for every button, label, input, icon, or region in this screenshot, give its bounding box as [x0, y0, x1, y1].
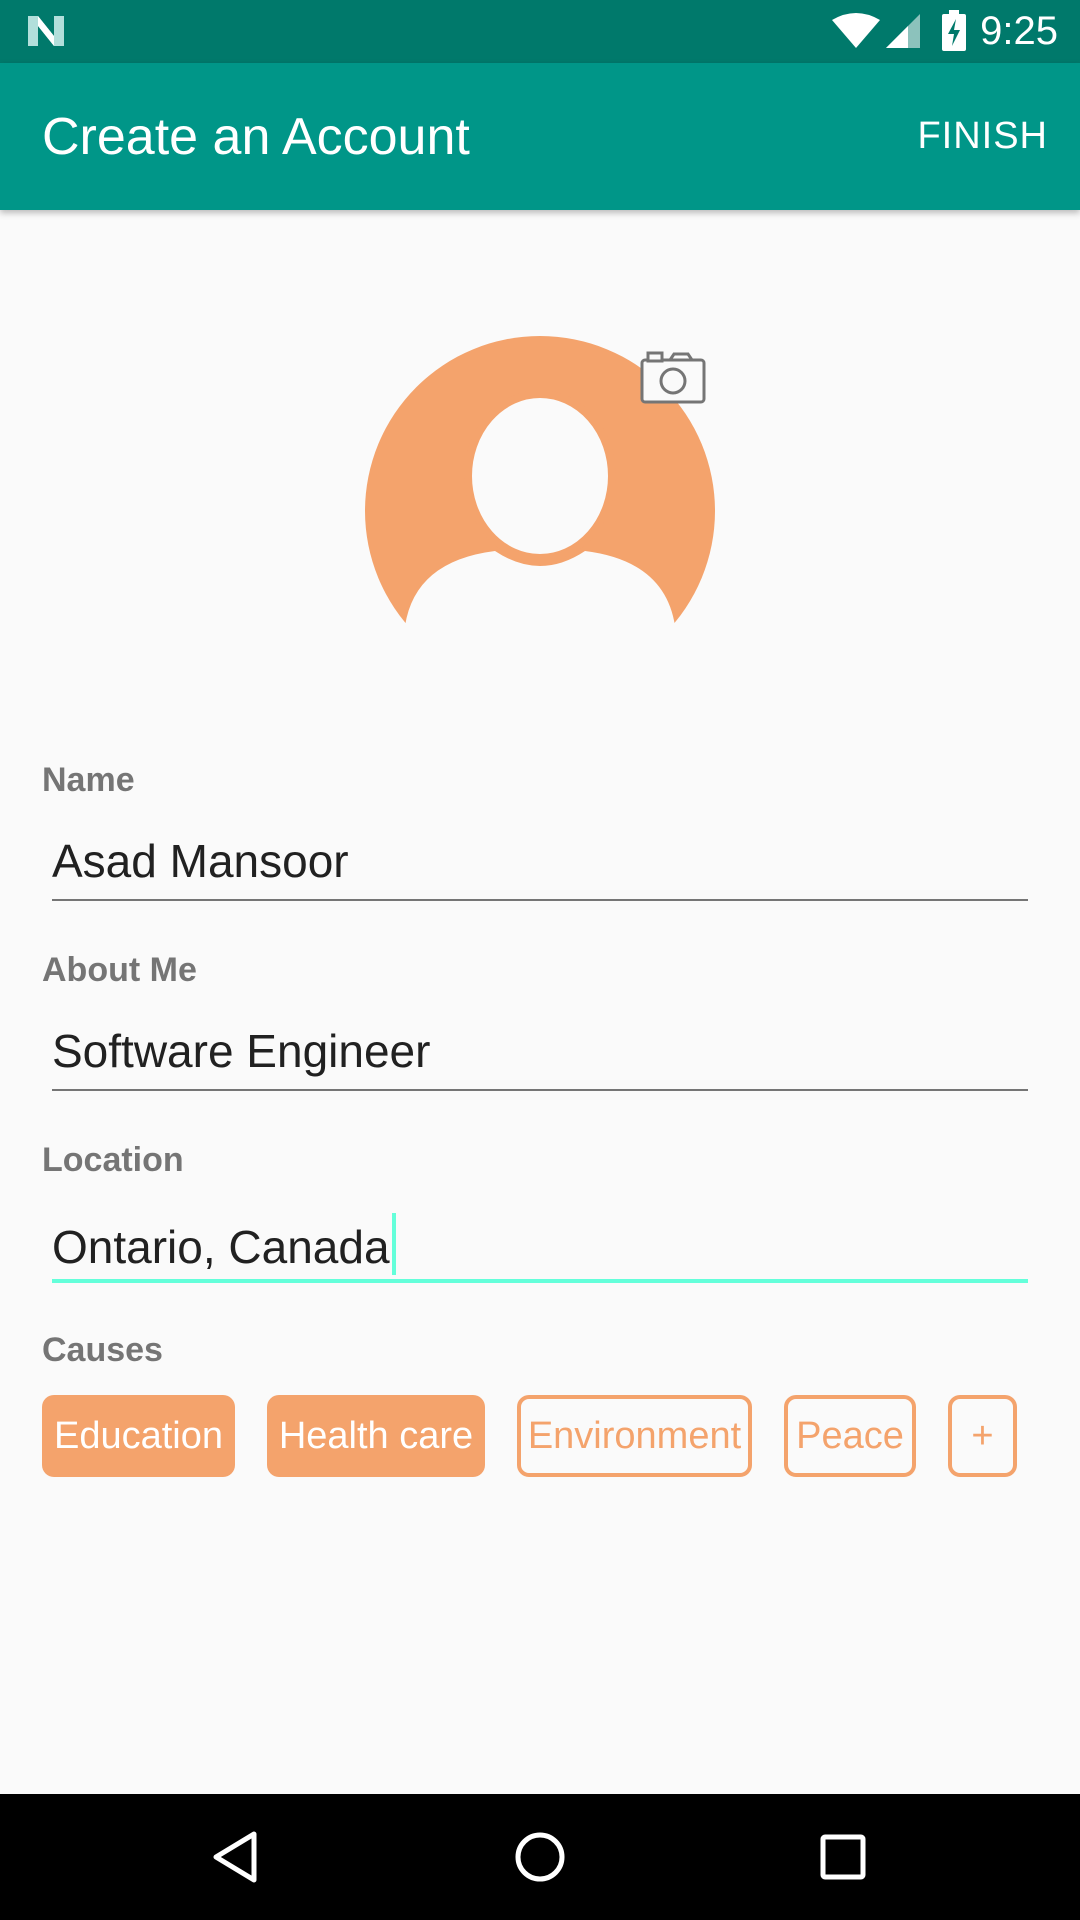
add-cause-button[interactable]: +: [948, 1395, 1017, 1477]
location-label: Location: [42, 1141, 184, 1179]
wifi-icon: [832, 13, 880, 48]
back-icon[interactable]: [200, 1822, 270, 1892]
location-value: Ontario, Canada: [52, 1221, 390, 1273]
causes-label: Causes: [42, 1331, 163, 1369]
chip-environment[interactable]: Environment: [517, 1395, 752, 1477]
chip-health-care[interactable]: Health care: [267, 1395, 485, 1477]
location-field[interactable]: Ontario, Canada: [52, 1213, 1028, 1283]
text-cursor: [391, 1213, 396, 1275]
battery-charging-icon: [942, 10, 966, 51]
name-value: Asad Mansoor: [52, 835, 349, 887]
chip-education[interactable]: Education: [42, 1395, 235, 1477]
chip-peace[interactable]: Peace: [784, 1395, 916, 1477]
name-field[interactable]: Asad Mansoor: [52, 833, 1028, 901]
status-bar: 9:25: [0, 0, 1080, 63]
page-title: Create an Account: [42, 108, 470, 166]
about-label: About Me: [42, 951, 197, 989]
name-label: Name: [42, 761, 135, 799]
n-logo-icon: [28, 16, 64, 46]
nav-bar: [0, 1794, 1080, 1920]
about-field[interactable]: Software Engineer: [52, 1023, 1028, 1091]
home-icon[interactable]: [505, 1822, 575, 1892]
finish-button[interactable]: FINISH: [917, 113, 1048, 159]
signal-icon: [886, 14, 920, 48]
recents-icon[interactable]: [808, 1822, 878, 1892]
app-bar: Create an Account FINISH: [0, 63, 1080, 210]
camera-icon[interactable]: [640, 350, 706, 404]
status-clock: 9:25: [980, 9, 1058, 53]
about-value: Software Engineer: [52, 1025, 431, 1077]
